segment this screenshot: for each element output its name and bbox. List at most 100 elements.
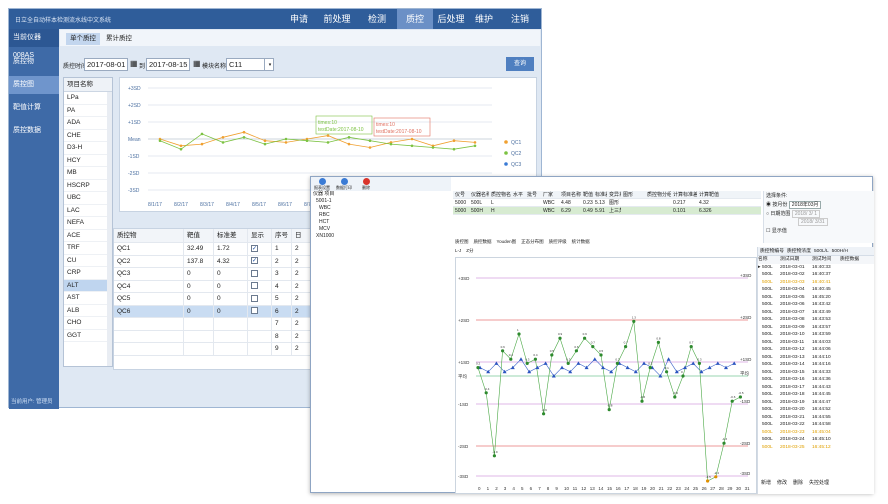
- data-row[interactable]: 500L 2018-03-18 16:44:45: [758, 391, 874, 399]
- grid-row[interactable]: 5000 500L L WBC 4.48 0.23 5.13 图形 0.217 4.32: [453, 199, 761, 207]
- table-cell[interactable]: [248, 330, 272, 342]
- table-row[interactable]: QC6 0 0 6 2: [114, 305, 317, 318]
- table-cell[interactable]: [248, 268, 272, 280]
- list-item[interactable]: ALB: [64, 305, 112, 317]
- show-checkbox[interactable]: ✓: [251, 257, 258, 265]
- list-item[interactable]: LPa: [64, 92, 112, 105]
- menu-3[interactable]: 质控: [397, 9, 433, 29]
- grid-row[interactable]: 5000 500H H WBC 6.29 0.495.91 上三角形 0.101 6.326: [453, 207, 761, 215]
- query-button[interactable]: 查询: [506, 57, 534, 71]
- show-checkbox[interactable]: [251, 307, 258, 315]
- data-row[interactable]: 500L 2018-03-19 16:44:47: [758, 399, 874, 407]
- menu-2[interactable]: 检测: [359, 9, 395, 29]
- tree-node[interactable]: XN1000: [311, 233, 451, 240]
- tree-node[interactable]: WBC: [311, 205, 451, 212]
- show-checkbox[interactable]: [251, 269, 258, 277]
- delete-button[interactable]: 删除: [357, 178, 375, 191]
- range-option[interactable]: ○ 日期范围 2018/ 3/ 1: [764, 209, 874, 218]
- data-row[interactable]: 500L 2018-03-06 16:43:42: [758, 301, 874, 309]
- action-button-2[interactable]: 删除: [793, 480, 803, 486]
- table-row[interactable]: QC3 0 0 3 2: [114, 268, 317, 281]
- data-row[interactable]: 500L 2018-03-09 16:43:57: [758, 324, 874, 332]
- tree-node[interactable]: RBC: [311, 212, 451, 219]
- date-end-input[interactable]: 2018/ 3/31: [798, 218, 828, 226]
- tab-z[interactable]: Z分: [466, 248, 473, 253]
- action-button-3[interactable]: 失控处理: [809, 480, 829, 486]
- list-item[interactable]: HSCRP: [64, 180, 112, 192]
- data-row[interactable]: 500L 2018-03-15 16:44:33: [758, 369, 874, 377]
- table-row[interactable]: QC5 0 0 5 2: [114, 293, 317, 306]
- data-row[interactable]: 500L 2018-03-03 16:40:41: [758, 279, 874, 287]
- show-value-checkbox[interactable]: ☐ 显示值: [764, 226, 874, 235]
- date-to-input[interactable]: 2017-08-15: [146, 58, 190, 71]
- data-row[interactable]: 500L 2018-03-25 16:45:12: [758, 444, 874, 452]
- table-row[interactable]: QC2 137.8 4.32 ✓ 2 2: [114, 255, 317, 268]
- table-cell[interactable]: [248, 343, 272, 355]
- tree-node[interactable]: HCT: [311, 219, 451, 226]
- data-row[interactable]: 500L 2018-03-12 16:44:06: [758, 346, 874, 354]
- table-cell[interactable]: [248, 293, 272, 305]
- tab-cumulative-qc[interactable]: 累计质控: [102, 33, 136, 45]
- data-row[interactable]: 500L 2018-03-10 16:43:59: [758, 331, 874, 339]
- data-row[interactable]: 500L 2018-03-17 16:44:43: [758, 384, 874, 392]
- table-row[interactable]: QC4 0 0 4 2: [114, 280, 317, 293]
- show-checkbox[interactable]: [251, 282, 258, 290]
- list-item[interactable]: HCY: [64, 155, 112, 167]
- list-item[interactable]: UBC: [64, 192, 112, 205]
- list-item[interactable]: CHE: [64, 130, 112, 142]
- tab-3[interactable]: 正态分布图: [521, 239, 544, 244]
- table-row[interactable]: 82: [114, 330, 317, 343]
- data-row[interactable]: 500L 2018-03-22 16:44:58: [758, 421, 874, 429]
- show-checkbox[interactable]: ✓: [251, 244, 258, 252]
- tab-4[interactable]: 质控评级: [549, 239, 567, 244]
- list-item[interactable]: CRP: [64, 267, 112, 280]
- table-row[interactable]: 92: [114, 343, 317, 356]
- data-row[interactable]: 500L 2018-03-11 16:44:03: [758, 339, 874, 347]
- menu-4[interactable]: 后处理: [433, 9, 469, 29]
- data-row[interactable]: ▸ 500L 2018-03-01 16:40:33: [758, 264, 874, 272]
- calendar-icon[interactable]: ▦: [130, 59, 138, 68]
- list-item[interactable]: ACE: [64, 230, 112, 242]
- table-cell[interactable]: ✓: [248, 243, 272, 255]
- table-row[interactable]: QC1 32.49 1.72 ✓ 1 2: [114, 243, 317, 256]
- tab-lj[interactable]: L-J: [455, 248, 461, 253]
- data-row[interactable]: 500L 2018-03-04 16:40:45: [758, 286, 874, 294]
- month-select[interactable]: 2018年03月: [788, 201, 822, 209]
- data-row[interactable]: 500L 2018-03-05 16:45:20: [758, 294, 874, 302]
- action-button-1[interactable]: 修改: [777, 480, 787, 486]
- module-select[interactable]: C11: [226, 58, 266, 71]
- list-item[interactable]: NEFA: [64, 217, 112, 230]
- tab-1[interactable]: 质控数据: [474, 239, 492, 244]
- table-cell[interactable]: ✓: [248, 255, 272, 267]
- date-from-input[interactable]: 2017-08-01: [84, 58, 128, 71]
- menu-6[interactable]: 注销: [507, 9, 533, 29]
- tab-0[interactable]: 质控图: [455, 239, 469, 244]
- table-cell[interactable]: [248, 280, 272, 292]
- list-item[interactable]: AST: [64, 292, 112, 305]
- tab-5[interactable]: 统计数据: [572, 239, 590, 244]
- sidebar-item-2[interactable]: 靶值计算: [9, 99, 59, 117]
- print-button[interactable]: 数据打印: [335, 178, 353, 191]
- date-start-input[interactable]: 2018/ 3/ 1: [791, 210, 821, 218]
- tree-node[interactable]: 5001-1: [311, 198, 451, 205]
- calendar-icon[interactable]: ▦: [193, 59, 201, 68]
- list-item[interactable]: CU: [64, 255, 112, 267]
- data-row[interactable]: 500L 2018-03-14 16:44:16: [758, 361, 874, 369]
- list-item[interactable]: ADA: [64, 117, 112, 130]
- table-cell[interactable]: [248, 305, 272, 317]
- sidebar-item-3[interactable]: 质控数据: [9, 122, 59, 140]
- table-row[interactable]: 72: [114, 318, 317, 331]
- menu-0[interactable]: 申请: [281, 9, 317, 29]
- tab-single-qc[interactable]: 单个质控: [66, 33, 100, 45]
- table-cell[interactable]: [248, 318, 272, 330]
- data-row[interactable]: 500L 2018-03-20 16:44:52: [758, 406, 874, 414]
- show-checkbox[interactable]: [251, 294, 258, 302]
- data-row[interactable]: 500L 2018-03-08 16:43:53: [758, 316, 874, 324]
- month-option[interactable]: ◉ 按月份 2018年03月: [764, 200, 874, 209]
- list-item[interactable]: ALT: [64, 279, 112, 292]
- sidebar-item-1[interactable]: 质控图: [9, 76, 59, 94]
- list-item[interactable]: TRF: [64, 242, 112, 255]
- list-item[interactable]: GGT: [64, 330, 112, 342]
- report-settings-button[interactable]: 报表设置: [313, 178, 331, 191]
- list-item[interactable]: PA: [64, 105, 112, 117]
